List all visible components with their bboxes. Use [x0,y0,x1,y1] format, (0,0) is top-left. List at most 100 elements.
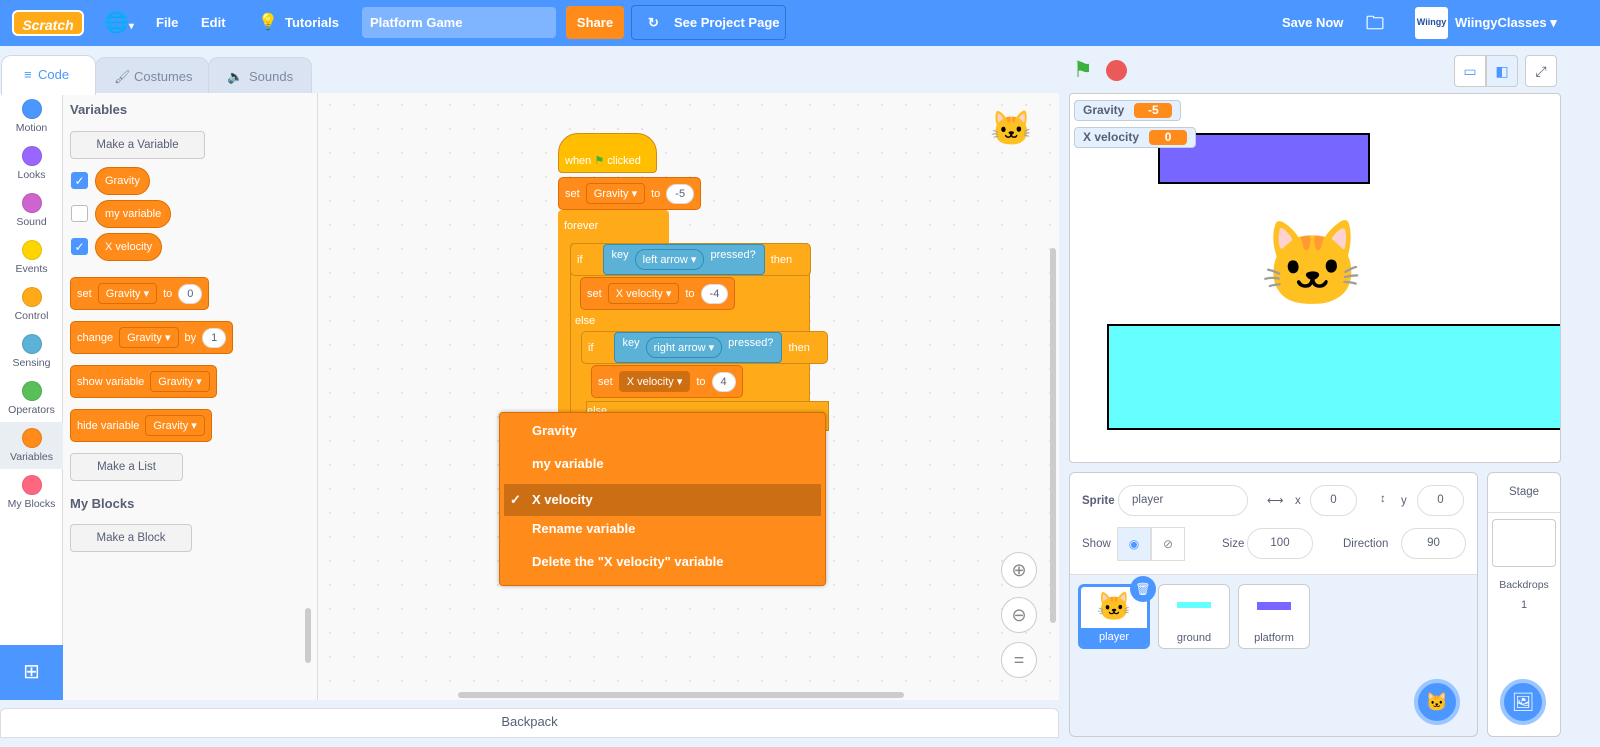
variable-dropdown[interactable]: Gravity [145,415,205,436]
variable-dropdown[interactable]: Gravity [97,283,158,304]
save-now-button[interactable]: Save Now [1282,0,1343,46]
large-stage-button[interactable]: ◧ [1486,55,1518,87]
category-my-blocks[interactable]: My Blocks [0,469,63,516]
category-operators[interactable]: Operators [0,375,63,422]
menu-item-my-variable[interactable]: my variable [504,448,821,480]
key-pressed-block[interactable]: key left arrow pressed? [602,244,765,275]
menu-item-delete-variable[interactable]: Delete the "X velocity" variable [504,546,821,578]
category-sensing[interactable]: Sensing [0,328,63,375]
my-variable-reporter[interactable]: my variable [95,200,172,228]
gravity-monitor[interactable]: Gravity -5 [1074,100,1182,121]
menu-item-gravity[interactable]: Gravity [504,415,821,447]
tab-costumes[interactable]: 🖌 Costumes [95,57,209,95]
see-project-page-button[interactable]: ↻ See Project Page [631,5,786,40]
hide-variable-block[interactable]: hide variable Gravity [70,409,212,442]
variable-dropdown[interactable]: X velocity [618,371,691,392]
menu-item-label: X velocity [532,492,593,507]
stop-button[interactable] [1106,60,1127,81]
player-cat-sprite[interactable]: 🐱 [1260,222,1365,306]
my-variable-checkbox[interactable] [71,205,88,222]
set-variable-block[interactable]: set Gravity to 0 [70,277,210,310]
change-variable-block[interactable]: change Gravity by 1 [70,321,234,354]
vertical-scrollbar[interactable] [1050,248,1056,623]
horizontal-scrollbar[interactable] [458,692,904,698]
zoom-reset-button[interactable]: = [1001,642,1037,678]
add-backdrop-button[interactable]: 🖼 [1500,679,1546,725]
menu-item-x-velocity[interactable]: ✓ X velocity [504,484,821,516]
variable-dropdown[interactable]: Gravity [585,183,646,204]
category-variables[interactable]: Variables [0,422,63,469]
stage-selector[interactable]: Stage Backdrops 1 🖼 [1487,472,1561,737]
project-title-input[interactable]: Platform Game [362,7,556,38]
category-menu: Motion Looks Sound Events Control Sensin… [0,93,63,700]
zoom-in-button[interactable]: ⊕ [1001,552,1037,588]
globe-icon[interactable]: 🌐▾ [104,0,134,46]
category-events[interactable]: Events [0,234,63,281]
add-extension-button[interactable]: ⊞ [0,645,63,700]
folder-icon[interactable]: 🗀 [1366,0,1384,46]
category-control[interactable]: Control [0,281,63,328]
when-flag-clicked-block[interactable]: when ⚑ clicked [558,133,657,173]
tab-code[interactable]: ≡ Code [1,55,96,95]
category-sound[interactable]: Sound [0,187,63,234]
backpack[interactable]: Backpack [0,708,1059,738]
backdrop-thumbnail[interactable] [1492,519,1556,567]
script-area[interactable]: 🐱 when ⚑ clicked setGravityto-5 forever … [318,93,1059,700]
show-eye-icon[interactable]: ◉ [1117,527,1151,561]
size-input[interactable]: 100 [1247,528,1313,559]
gravity-reporter[interactable]: Gravity [95,167,150,195]
show-variable-block[interactable]: show variable Gravity [70,365,217,398]
variable-dropdown[interactable]: Gravity [150,371,210,392]
green-flag-button[interactable]: ⚑ [1073,57,1093,83]
ground-sprite[interactable] [1107,324,1560,430]
sprite-thumb-platform[interactable]: platform [1238,584,1310,649]
user-menu[interactable]: WiingyClasses ▾ [1455,0,1557,46]
small-stage-button[interactable]: ▭ [1454,55,1486,87]
delete-sprite-icon[interactable]: 🗑 [1130,576,1156,602]
x-velocity-checkbox[interactable]: ✓ [71,238,88,255]
variable-dropdown[interactable]: X velocity [607,283,680,304]
if-block[interactable]: if key left arrow pressed? then [570,243,811,276]
make-list-button[interactable]: Make a List [70,453,183,481]
share-button[interactable]: Share [566,6,624,39]
value-input[interactable]: 1 [202,327,227,348]
set-x-velocity-block[interactable]: set X velocity to -4 [580,277,736,310]
key-dropdown[interactable]: left arrow [634,249,705,270]
gravity-checkbox[interactable]: ✓ [71,172,88,189]
x-velocity-monitor[interactable]: X velocity 0 [1074,127,1197,148]
category-looks[interactable]: Looks [0,140,63,187]
tutorials-button[interactable]: Tutorials [285,0,339,46]
key-pressed-block[interactable]: key right arrow pressed? [613,332,783,363]
set-x-velocity-block[interactable]: set X velocity to 4 [591,365,743,398]
tab-sounds[interactable]: 🔈 Sounds [208,57,312,95]
y-input[interactable]: 0 [1417,485,1464,516]
make-block-button[interactable]: Make a Block [70,524,192,552]
hide-eye-icon[interactable]: ⊘ [1151,527,1185,561]
value-input[interactable]: 0 [178,283,203,304]
sprite-thumb-ground[interactable]: ground [1158,584,1230,649]
x-velocity-reporter[interactable]: X velocity [95,233,163,261]
category-motion[interactable]: Motion [0,93,63,140]
zoom-out-button[interactable]: ⊖ [1001,597,1037,633]
key-dropdown[interactable]: right arrow [645,337,723,358]
value-input[interactable]: -5 [666,183,695,204]
avatar[interactable]: Wiingy [1415,7,1448,39]
file-menu[interactable]: File [156,0,178,46]
direction-input[interactable]: 90 [1401,528,1466,559]
add-sprite-button[interactable]: 🐱 [1414,679,1460,725]
edit-menu[interactable]: Edit [201,0,226,46]
scratch-logo[interactable]: Scratch [12,10,84,36]
x-input[interactable]: 0 [1310,485,1357,516]
set-gravity-block[interactable]: set Gravity to -5 [558,177,702,210]
palette-scrollbar[interactable] [305,608,311,663]
make-variable-button[interactable]: Make a Variable [70,131,205,159]
menu-item-rename-variable[interactable]: Rename variable [504,513,821,545]
value-input[interactable]: -4 [700,283,729,304]
stage-canvas[interactable]: 🐱 Gravity -5 X velocity 0 [1069,93,1561,463]
sprite-name-input[interactable]: player [1118,485,1248,516]
if-block-inner[interactable]: if key right arrow pressed? then [581,331,828,364]
block-text: hide variable [77,419,140,432]
fullscreen-button[interactable]: ⤢ [1525,55,1557,87]
value-input[interactable]: 4 [711,371,736,392]
variable-dropdown[interactable]: Gravity [119,327,179,348]
